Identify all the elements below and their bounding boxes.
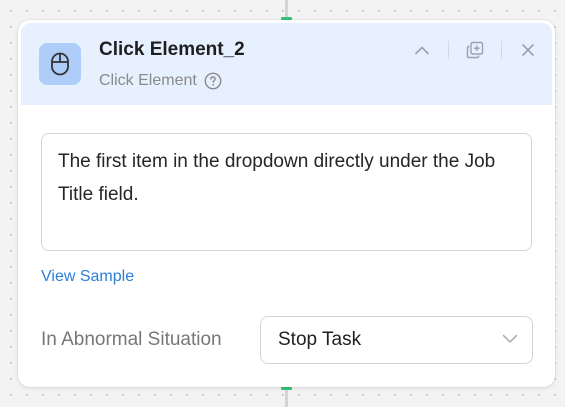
action-divider — [501, 41, 502, 59]
help-icon[interactable] — [204, 72, 222, 90]
node-type-label: Click Element — [99, 72, 197, 89]
element-description-input[interactable]: The first item in the dropdown directly … — [41, 133, 532, 251]
collapse-icon[interactable] — [408, 37, 436, 63]
abnormal-situation-value: Stop Task — [278, 329, 362, 350]
duplicate-icon[interactable] — [461, 37, 489, 63]
chevron-down-icon — [502, 331, 518, 349]
node-header: Click Element_2 Click Element — [21, 23, 552, 105]
action-divider — [448, 41, 449, 59]
connector-port-bottom[interactable] — [281, 387, 292, 390]
node-title[interactable]: Click Element_2 — [99, 39, 245, 61]
view-sample-link[interactable]: View Sample — [41, 268, 134, 286]
node-type: Click Element — [99, 72, 222, 90]
mouse-icon — [39, 43, 81, 85]
abnormal-situation-select[interactable]: Stop Task — [260, 316, 533, 364]
header-actions — [408, 37, 542, 63]
node-card[interactable]: Click Element_2 Click Element The first … — [18, 20, 555, 387]
abnormal-situation-label: In Abnormal Situation — [41, 329, 222, 350]
close-icon[interactable] — [514, 37, 542, 63]
